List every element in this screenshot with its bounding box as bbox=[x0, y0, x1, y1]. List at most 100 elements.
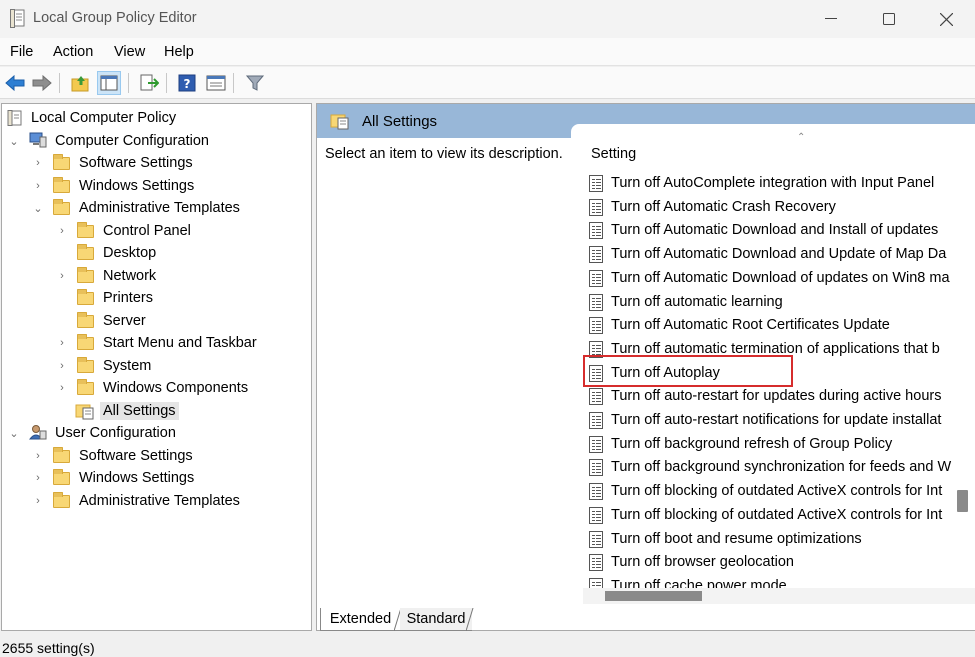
forward-arrow-icon bbox=[32, 75, 52, 91]
setting-row[interactable]: Turn off auto-restart notifications for … bbox=[587, 409, 957, 431]
menu-view[interactable]: View bbox=[114, 44, 145, 60]
tree-item-printers[interactable]: Printers bbox=[2, 287, 302, 309]
tree-item-windows-settings[interactable]: › Windows Settings bbox=[2, 467, 302, 489]
chevron-right-icon[interactable]: › bbox=[32, 472, 44, 484]
filter-button[interactable] bbox=[243, 71, 267, 95]
tree-item-administrative-templates[interactable]: ⌄ Administrative Templates bbox=[2, 197, 302, 219]
tree-item-administrative-templates[interactable]: › Administrative Templates bbox=[2, 490, 302, 512]
maximize-button[interactable] bbox=[860, 0, 918, 38]
tree-label: Software Settings bbox=[79, 448, 193, 464]
folder-icon bbox=[77, 312, 94, 328]
filter-icon bbox=[245, 75, 265, 91]
folder-icon bbox=[77, 334, 94, 350]
properties-button[interactable] bbox=[204, 71, 228, 95]
tree-item-all-settings[interactable]: All Settings bbox=[2, 400, 302, 422]
folder-icon bbox=[77, 267, 94, 283]
tree-item-windows-settings[interactable]: › Windows Settings bbox=[2, 175, 302, 197]
chevron-right-icon[interactable]: › bbox=[56, 270, 68, 282]
chevron-right-icon[interactable]: › bbox=[56, 382, 68, 394]
setting-row[interactable]: Turn off background refresh of Group Pol… bbox=[587, 433, 957, 455]
chevron-right-icon[interactable]: › bbox=[56, 225, 68, 237]
setting-row[interactable]: Turn off browser geolocation bbox=[587, 551, 957, 573]
setting-label: Turn off blocking of outdated ActiveX co… bbox=[611, 483, 943, 500]
tree-label: Server bbox=[103, 313, 146, 329]
setting-label: Turn off AutoComplete integration with I… bbox=[611, 175, 935, 191]
folder-icon bbox=[77, 379, 94, 395]
tree-label: Windows Settings bbox=[79, 178, 195, 194]
tree-item-network[interactable]: › Network bbox=[2, 265, 302, 287]
setting-row[interactable]: Turn off boot and resume optimizations bbox=[587, 528, 957, 550]
setting-row[interactable]: Turn off Automatic Root Certificates Upd… bbox=[587, 314, 957, 336]
settings-count: 2655 setting(s) bbox=[2, 640, 95, 656]
up-folder-icon bbox=[71, 76, 89, 92]
menu-file[interactable]: File bbox=[10, 44, 33, 60]
details-title: All Settings bbox=[362, 113, 438, 130]
tree-item-control-panel[interactable]: › Control Panel bbox=[2, 220, 302, 242]
folder-icon bbox=[53, 447, 70, 463]
menu-help[interactable]: Help bbox=[164, 44, 194, 60]
back-arrow-icon bbox=[5, 75, 25, 91]
setting-row[interactable]: Turn off Automatic Download and Update o… bbox=[587, 243, 957, 265]
chevron-right-icon[interactable]: › bbox=[56, 360, 68, 372]
tree-item-desktop[interactable]: Desktop bbox=[2, 242, 302, 264]
chevron-right-icon[interactable]: › bbox=[32, 495, 44, 507]
chevron-down-icon[interactable]: ⌄ bbox=[8, 135, 20, 148]
tree-item-user-configuration[interactable]: ⌄ User Configuration bbox=[2, 422, 302, 444]
setting-row[interactable]: Turn off automatic learning bbox=[587, 291, 957, 313]
export-list-icon bbox=[140, 74, 159, 91]
tree-item-system[interactable]: › System bbox=[2, 355, 302, 377]
setting-label: Turn off Automatic Crash Recovery bbox=[611, 198, 836, 215]
policy-setting-icon bbox=[589, 483, 603, 501]
setting-row[interactable]: Turn off AutoComplete integration with I… bbox=[587, 172, 957, 194]
chevron-right-icon[interactable]: › bbox=[32, 450, 44, 462]
close-button[interactable] bbox=[917, 0, 975, 38]
tree-item-software-settings[interactable]: › Software Settings bbox=[2, 152, 302, 174]
tree-item-computer-configuration[interactable]: ⌄ Computer Configuration bbox=[2, 130, 302, 152]
setting-row[interactable]: Turn off background synchronization for … bbox=[587, 456, 957, 478]
policy-editor-app-icon bbox=[10, 9, 25, 28]
tree-label: System bbox=[103, 358, 152, 374]
setting-label: Turn off auto-restart notifications for … bbox=[611, 412, 942, 428]
toolbar-separator bbox=[128, 73, 129, 93]
tree-label: Desktop bbox=[103, 245, 157, 261]
export-list-button[interactable] bbox=[137, 71, 161, 95]
vertical-scroll-thumb[interactable] bbox=[957, 490, 968, 512]
tree-label: Network bbox=[103, 268, 157, 284]
tree-item-server[interactable]: Server bbox=[2, 310, 302, 332]
setting-row[interactable]: Turn off blocking of outdated ActiveX co… bbox=[587, 480, 957, 502]
chevron-right-icon[interactable]: › bbox=[32, 157, 44, 169]
tree-item-windows-components[interactable]: › Windows Components bbox=[2, 377, 302, 399]
tree-item-local-computer-policy[interactable]: Local Computer Policy bbox=[2, 107, 302, 129]
tab-standard[interactable]: Standard bbox=[400, 608, 472, 631]
help-button[interactable]: ? bbox=[175, 71, 199, 95]
tab-extended[interactable]: Extended bbox=[320, 608, 400, 631]
menu-action[interactable]: Action bbox=[53, 44, 93, 60]
tree-item-software-settings[interactable]: › Software Settings bbox=[2, 445, 302, 467]
forward-button[interactable] bbox=[30, 71, 54, 95]
show-hide-tree-button[interactable] bbox=[97, 71, 121, 95]
setting-label: Turn off background synchronization for … bbox=[611, 459, 952, 476]
setting-row[interactable]: Turn off Automatic Download of updates o… bbox=[587, 267, 957, 289]
setting-row[interactable]: Turn off auto-restart for updates during… bbox=[587, 385, 957, 407]
chevron-right-icon[interactable]: › bbox=[56, 337, 68, 349]
horizontal-scroll-thumb[interactable] bbox=[605, 591, 702, 601]
setting-row[interactable]: Turn off Automatic Crash Recovery bbox=[587, 196, 957, 218]
back-button[interactable] bbox=[3, 71, 27, 95]
chevron-down-icon[interactable]: ⌄ bbox=[8, 427, 20, 440]
up-one-level-button[interactable] bbox=[69, 71, 93, 95]
tree-item-start-menu-and-taskbar[interactable]: › Start Menu and Taskbar bbox=[2, 332, 302, 354]
show-hide-tree-icon bbox=[100, 75, 118, 91]
column-header-setting[interactable]: Setting bbox=[591, 146, 636, 162]
chevron-down-icon[interactable]: ⌄ bbox=[32, 202, 44, 215]
chevron-right-icon[interactable]: › bbox=[32, 180, 44, 192]
minimize-button[interactable] bbox=[802, 0, 860, 38]
setting-row[interactable]: Turn off Automatic Download and Install … bbox=[587, 219, 957, 241]
policy-setting-icon bbox=[589, 222, 603, 240]
computer-icon bbox=[29, 132, 47, 148]
policy-setting-icon bbox=[589, 412, 603, 429]
setting-row[interactable]: Turn off blocking of outdated ActiveX co… bbox=[587, 504, 957, 526]
folder-icon bbox=[53, 177, 70, 193]
toolbar-separator bbox=[233, 73, 234, 93]
folder-icon bbox=[77, 357, 94, 373]
tree-label: Local Computer Policy bbox=[31, 110, 177, 126]
